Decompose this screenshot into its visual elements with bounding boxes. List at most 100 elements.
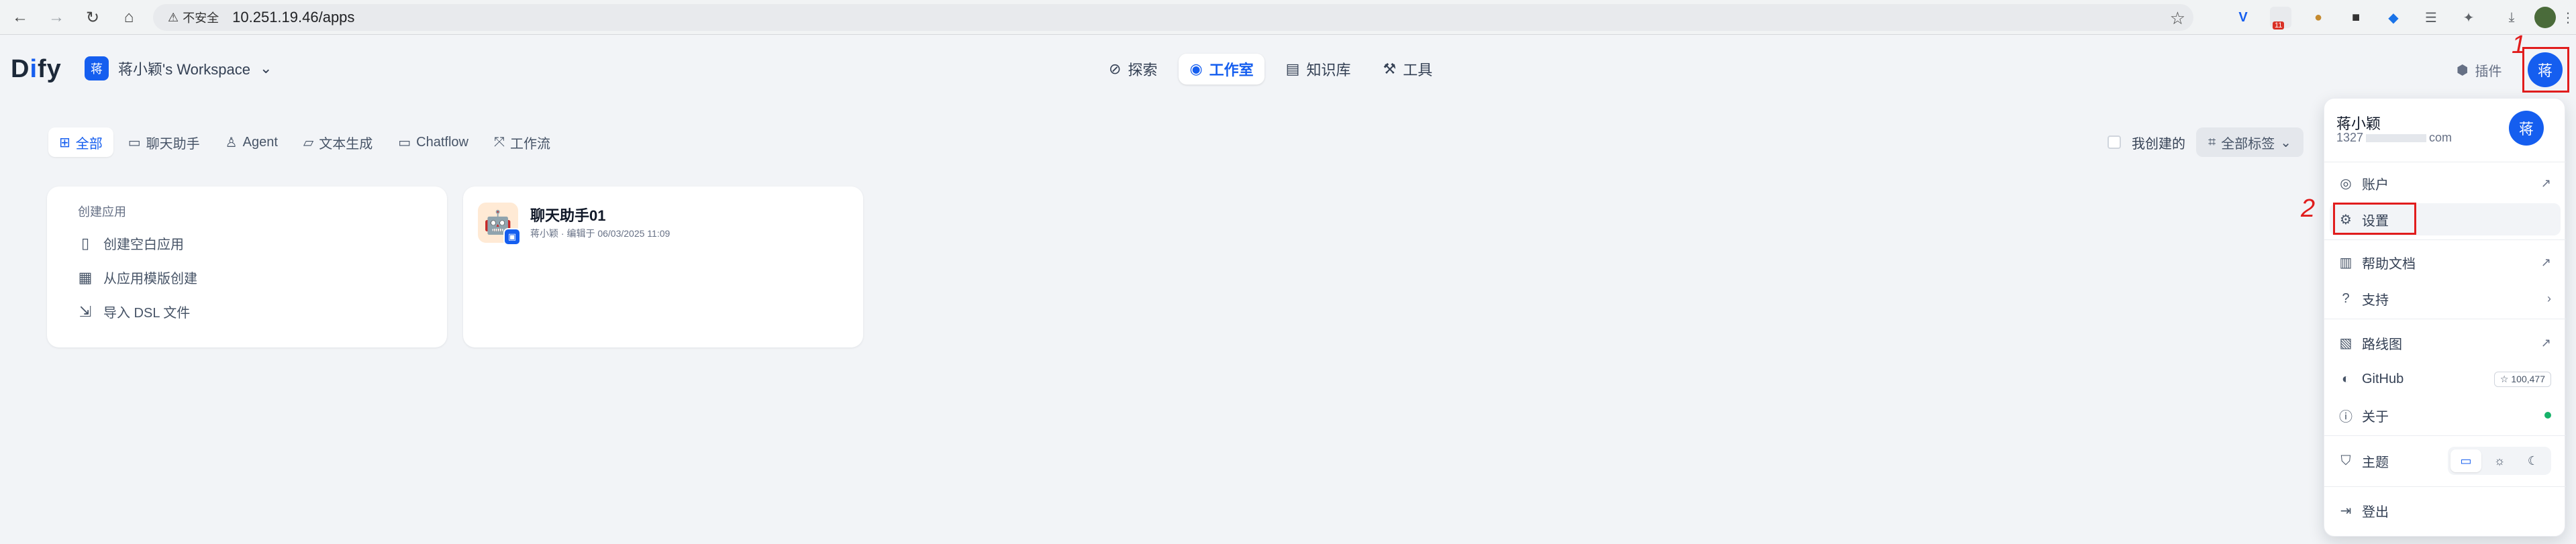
right-filters: 我创建的 ⌗ 全部标签 ⌄ [2108, 127, 2304, 157]
divider [2324, 435, 2566, 436]
menu-support[interactable]: ? 支持 › [2330, 282, 2561, 315]
menu-theme: ⛉ 主题 ▭ ☼ ☾ [2330, 442, 2561, 480]
bookmark-star-icon[interactable]: ☆ [2170, 8, 2185, 29]
cube-icon: ⬢ [2457, 63, 2469, 78]
nav-knowledge[interactable]: ▤ 知识库 [1275, 54, 1362, 85]
import-dsl-file[interactable]: ⇲ 导入 DSL 文件 [78, 302, 416, 321]
app-header: Dify 蒋 蒋小颖's Workspace ⌄ ⊘ 探索 ◉ 工作室 ▤ 知识库 ⚒… [0, 31, 2576, 105]
browser-toolbar: ← → ↻ ⌂ ⚠ 不安全 10.251.19.46/apps ☆ V 11 ●… [0, 0, 2576, 35]
profile-avatar-icon[interactable] [2534, 7, 2556, 28]
map-icon: ▧ [2339, 335, 2352, 351]
warning-icon: ⚠ [168, 10, 179, 24]
help-circle-icon: ? [2342, 290, 2350, 306]
app-name: 聊天助手01 [530, 207, 606, 224]
workflow-icon: ⤧ [493, 134, 505, 150]
tab-agent[interactable]: ♙ Agent [215, 127, 289, 157]
github-stars-badge: ☆ 100,477 [2493, 371, 2551, 387]
github-icon: ◐ [2341, 371, 2350, 386]
chevron-right-icon: › [2547, 291, 2551, 305]
tab-workflow[interactable]: ⤧ 工作流 [483, 127, 561, 157]
compass-icon: ⊘ [1109, 60, 1122, 77]
book-open-icon: ▥ [2339, 255, 2352, 270]
extension-icon[interactable]: 11 [2270, 7, 2291, 30]
app-type-tabs: ⊞ 全部 ▭ 聊天助手 ♙ Agent ▱ 文本生成 ▭ Chatflow ⤧ 工作流 [48, 127, 561, 157]
document-icon: ▱ [303, 135, 314, 150]
file-plus-icon: ▯ [81, 234, 90, 252]
status-dot [2544, 412, 2551, 419]
annotation-number-2: 2 [2301, 195, 2316, 223]
chevron-down-icon: ⌄ [259, 60, 273, 76]
robot-icon: ◉ [1189, 60, 1203, 77]
menu-account[interactable]: ◎ 账户 ↗ [2330, 167, 2561, 199]
chat-icon: ▭ [128, 135, 141, 150]
menu-roadmap[interactable]: ▧ 路线图 ↗ [2330, 327, 2561, 359]
sun-icon[interactable]: ☼ [2484, 449, 2515, 472]
app-meta: 蒋小颖 · 编辑于 06/03/2025 11:09 [530, 228, 671, 239]
download-icon[interactable]: ⤓ [2501, 7, 2522, 28]
vue-extension-icon[interactable]: V [2232, 7, 2254, 28]
nav-studio[interactable]: ◉ 工作室 [1179, 54, 1265, 85]
create-from-template[interactable]: ▦ 从应用模版创建 [78, 268, 416, 287]
cookie-extension-icon[interactable]: ● [2308, 7, 2329, 28]
annotation-box-1 [2522, 47, 2569, 93]
divider [2324, 486, 2566, 487]
security-indicator[interactable]: ⚠ 不安全 [168, 9, 219, 26]
back-icon[interactable]: ← [8, 5, 32, 30]
external-link-icon: ↗ [2540, 176, 2551, 190]
url-text[interactable]: 10.251.19.46/apps [232, 9, 354, 26]
reload-icon[interactable]: ↻ [81, 5, 105, 30]
address-bar[interactable]: ⚠ 不安全 10.251.19.46/apps ☆ [153, 4, 2193, 31]
external-link-icon: ↗ [2540, 335, 2551, 349]
email-redacted [2366, 134, 2427, 143]
nav-tools[interactable]: ⚒ 工具 [1372, 54, 1443, 85]
create-blank-app[interactable]: ▯ 创建空白应用 [78, 233, 416, 253]
dropdown-user-email: 1327 com [2336, 131, 2453, 144]
logout-icon: ⇥ [2340, 503, 2352, 519]
more-menu-icon[interactable]: ⋮ [2561, 7, 2575, 28]
hammer-icon: ⚒ [1383, 60, 1397, 77]
extension-badge: 11 [2273, 21, 2285, 30]
moon-icon[interactable]: ☾ [2518, 449, 2548, 472]
workspace-name: 蒋小颖's Workspace [118, 61, 250, 78]
list-extension-icon[interactable]: ☰ [2420, 7, 2442, 28]
create-app-title: 创建应用 [78, 205, 126, 219]
shield-extension-icon[interactable]: ◆ [2383, 7, 2404, 28]
created-by-me-checkbox[interactable] [2108, 135, 2121, 149]
menu-logout[interactable]: ⇥ 登出 [2330, 494, 2561, 527]
template-icon: ▦ [78, 268, 93, 286]
menu-about[interactable]: ⓘ 关于 [2330, 399, 2561, 431]
tag-icon: ⌗ [2208, 134, 2216, 150]
account-dropdown: 蒋小颖 1327 com 蒋 ◎ 账户 ↗ ⚙ 设置 ▥ 帮助文档 ↗ ? 支持 › ▧ 路线图 ↗… [2324, 98, 2566, 537]
tab-chatflow[interactable]: ▭ Chatflow [387, 127, 479, 157]
star-icon: ☆ [2499, 373, 2509, 384]
agent-icon: ♙ [225, 135, 238, 150]
dropdown-avatar: 蒋 [2509, 111, 2544, 146]
tab-chat-assistant[interactable]: ▭ 聊天助手 [117, 127, 211, 157]
app-card[interactable]: 🤖 ▣ 聊天助手01 蒋小颖 · 编辑于 06/03/2025 11:09 [463, 186, 863, 347]
plugin-button[interactable]: ⬢ 插件 [2457, 60, 2501, 80]
annotation-number-1: 1 [2512, 31, 2526, 59]
theme-switcher: ▭ ☼ ☾ [2448, 447, 2551, 475]
all-tags-dropdown[interactable]: ⌗ 全部标签 ⌄ [2196, 127, 2304, 157]
monitor-icon[interactable]: ▭ [2450, 449, 2481, 472]
dify-logo[interactable]: Dify [11, 55, 62, 84]
user-circle-icon: ◎ [2340, 176, 2352, 191]
wallet-extension-icon[interactable]: ■ [2345, 7, 2367, 28]
divider [2324, 239, 2566, 240]
create-app-card: 创建应用 ▯ 创建空白应用 ▦ 从应用模版创建 ⇲ 导入 DSL 文件 [47, 186, 447, 347]
tab-text-generation[interactable]: ▱ 文本生成 [293, 127, 383, 157]
menu-help-docs[interactable]: ▥ 帮助文档 ↗ [2330, 246, 2561, 278]
tab-all[interactable]: ⊞ 全部 [48, 127, 113, 157]
nav-explore[interactable]: ⊘ 探索 [1098, 54, 1168, 85]
home-icon[interactable]: ⌂ [117, 5, 141, 30]
annotation-box-2 [2333, 203, 2416, 235]
menu-github[interactable]: ◐ GitHub ☆ 100,477 [2330, 363, 2561, 395]
info-icon: ⓘ [2339, 409, 2352, 425]
book-icon: ▤ [1285, 60, 1300, 77]
forward-icon[interactable]: → [44, 5, 68, 30]
puzzle-icon[interactable]: ✦ [2458, 7, 2479, 28]
chatflow-icon: ▭ [398, 135, 411, 150]
shirt-icon: ⛉ [2340, 453, 2351, 468]
workspace-avatar: 蒋 [85, 56, 109, 80]
workspace-switcher[interactable]: 蒋 蒋小颖's Workspace ⌄ [85, 56, 272, 80]
